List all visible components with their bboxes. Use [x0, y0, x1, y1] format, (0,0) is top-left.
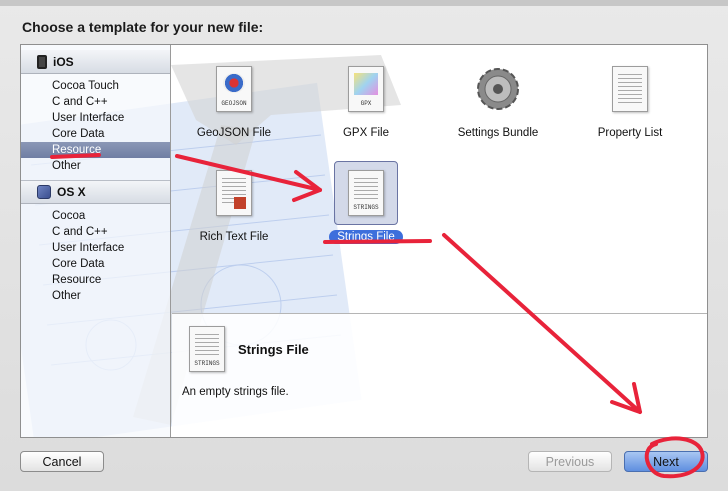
sidebar-item-osx-resource[interactable]: Resource	[21, 272, 170, 288]
strings-document-icon: STRINGS	[348, 170, 384, 216]
template-label: Rich Text File	[199, 231, 269, 243]
template-gpx-file[interactable]: GPX GPX File	[306, 45, 426, 141]
sidebar-item-ios-c-cpp[interactable]: C and C++	[21, 94, 170, 110]
dialog-title: Choose a template for your new file:	[22, 19, 264, 35]
window-title-strip	[0, 0, 728, 6]
details-title: Strings File	[238, 342, 309, 357]
sidebar-item-ios-cocoa-touch[interactable]: Cocoa Touch	[21, 78, 170, 94]
strings-document-icon: STRINGS	[189, 326, 225, 372]
template-strings-file[interactable]: STRINGS Strings File	[306, 149, 426, 245]
cancel-button[interactable]: Cancel	[20, 451, 104, 472]
template-grid: GEOJSON GeoJSON File GPX GPX File Settin…	[172, 45, 707, 313]
template-label: GeoJSON File	[196, 127, 272, 139]
sidebar-item-ios-resource[interactable]: Resource	[21, 142, 170, 158]
template-details-pane: STRINGS Strings File An empty strings fi…	[172, 313, 707, 437]
template-settings-bundle[interactable]: Settings Bundle	[438, 45, 558, 141]
sidebar-item-osx-c-cpp[interactable]: C and C++	[21, 224, 170, 240]
gpx-document-icon: GPX	[348, 66, 384, 112]
template-property-list[interactable]: Property List	[570, 45, 690, 141]
sidebar-item-osx-user-interface[interactable]: User Interface	[21, 240, 170, 256]
sidebar-item-ios-user-interface[interactable]: User Interface	[21, 110, 170, 126]
template-rich-text-file[interactable]: Rich Text File	[174, 149, 294, 245]
template-geojson-file[interactable]: GEOJSON GeoJSON File	[174, 45, 294, 141]
property-list-document-icon	[612, 66, 648, 112]
mac-os-icon	[37, 185, 51, 199]
sidebar-section-osx[interactable]: OS X	[21, 180, 170, 204]
sidebar-item-osx-other[interactable]: Other	[21, 288, 170, 304]
previous-button[interactable]: Previous	[528, 451, 612, 472]
sidebar-item-ios-other[interactable]: Other	[21, 158, 170, 174]
details-description: An empty strings file.	[182, 386, 289, 398]
next-button[interactable]: Next	[624, 451, 708, 472]
rich-text-document-icon	[216, 170, 252, 216]
geojson-document-icon: GEOJSON	[216, 66, 252, 112]
sidebar-item-osx-core-data[interactable]: Core Data	[21, 256, 170, 272]
iphone-icon	[37, 54, 47, 69]
template-label: Property List	[597, 127, 663, 139]
template-label: Settings Bundle	[457, 127, 539, 139]
gear-icon	[477, 68, 519, 110]
template-category-sidebar: iOS Cocoa Touch C and C++ User Interface…	[21, 45, 171, 437]
sidebar-item-osx-cocoa[interactable]: Cocoa	[21, 208, 170, 224]
sidebar-section-title: iOS	[53, 54, 74, 69]
sidebar-item-ios-core-data[interactable]: Core Data	[21, 126, 170, 142]
template-chooser-panel: iOS Cocoa Touch C and C++ User Interface…	[20, 44, 708, 438]
sidebar-section-title: OS X	[57, 185, 86, 199]
sidebar-section-ios[interactable]: iOS	[21, 50, 170, 74]
template-label: GPX File	[342, 127, 389, 139]
template-label: Strings File	[329, 230, 403, 244]
